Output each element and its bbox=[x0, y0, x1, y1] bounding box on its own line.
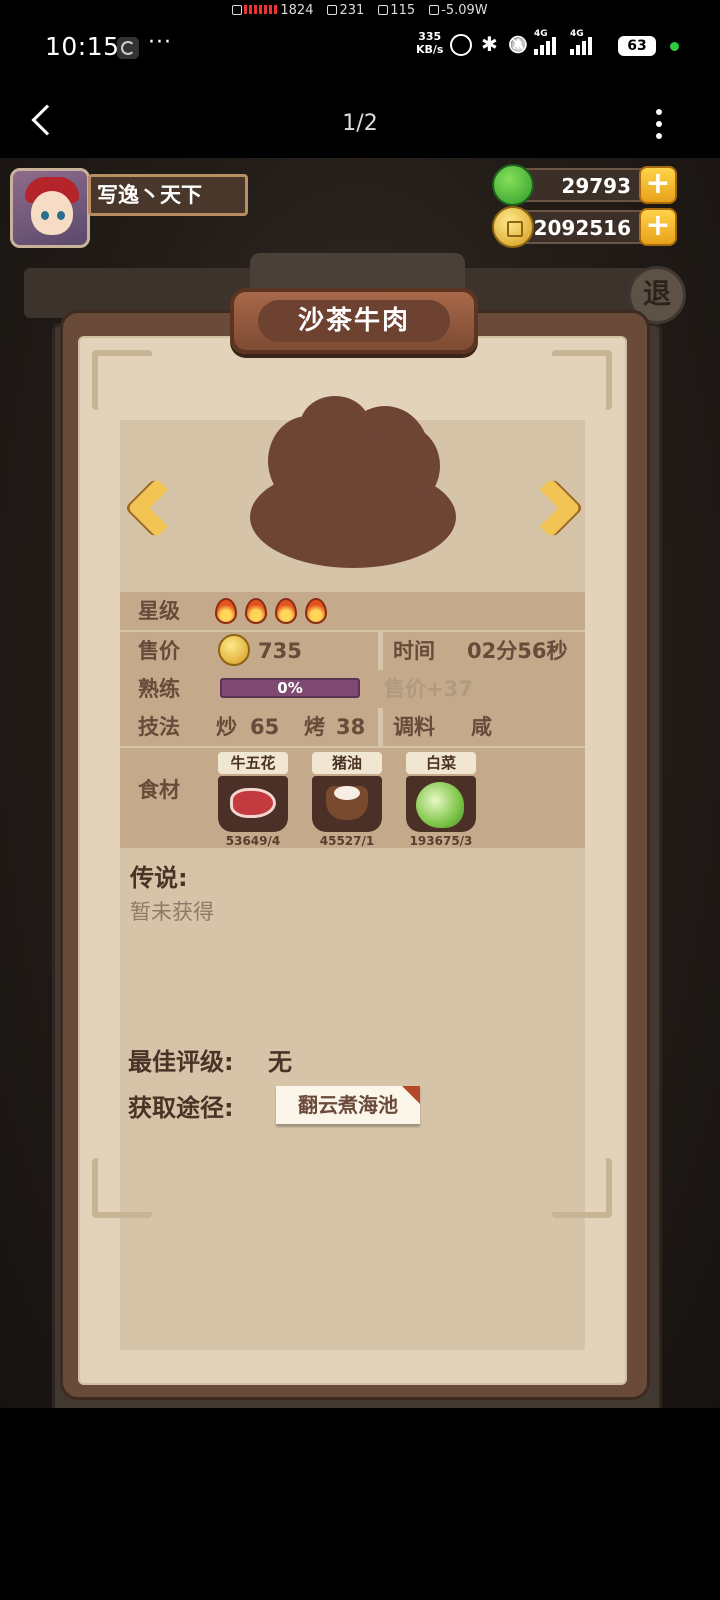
memory-icon bbox=[327, 4, 338, 15]
mastery-bonus: 售价+37 bbox=[384, 677, 473, 701]
debug-overlay: 1824 231 115 -5.09W bbox=[0, 0, 720, 20]
time-label: 时间 bbox=[393, 639, 435, 663]
signal-icon: 4G bbox=[534, 29, 564, 55]
viewer-nav-bar: 1/2 bbox=[0, 95, 720, 155]
technique-row: 技法 炒 65 烤 38 bbox=[120, 708, 378, 746]
time-value: 02分56秒 bbox=[467, 639, 568, 663]
jade-currency: 29793 + bbox=[492, 164, 677, 206]
fps-stat: 115 bbox=[378, 3, 415, 18]
mem-stat: 231 bbox=[327, 3, 364, 18]
cpu-icon bbox=[232, 4, 243, 15]
mute-icon bbox=[506, 34, 528, 56]
coin-currency: 2092516 + bbox=[492, 206, 677, 248]
price-row: 售价 735 bbox=[120, 632, 378, 670]
price-label: 售价 bbox=[138, 639, 180, 663]
cabbage-icon bbox=[416, 782, 464, 828]
add-coins-button[interactable]: + bbox=[639, 208, 677, 246]
page-indicator: 1/2 bbox=[342, 111, 378, 136]
best-rating-value: 无 bbox=[268, 1048, 292, 1076]
network-speed: 335 KB/s bbox=[416, 30, 444, 56]
skill2-value: 38 bbox=[336, 715, 366, 739]
flame-star-icon bbox=[215, 598, 237, 624]
more-notifications-icon: ··· bbox=[148, 30, 172, 55]
mastery-progress-bar: 0% bbox=[220, 678, 360, 698]
ingredients-row: 食材 牛五花 53649/4 猪油 45527/1 白菜 193675/3 bbox=[120, 748, 585, 848]
next-dish-button[interactable] bbox=[521, 473, 586, 553]
technique-label: 技法 bbox=[138, 715, 180, 739]
corner-ornament bbox=[552, 350, 612, 410]
lard-icon bbox=[326, 786, 368, 820]
source-label: 获取途径: bbox=[128, 1094, 234, 1122]
best-rating-label: 最佳评级: bbox=[128, 1048, 234, 1076]
skill2-name: 烤 bbox=[304, 715, 325, 739]
chevron-right-icon bbox=[521, 478, 581, 538]
battery-indicator: 63 bbox=[618, 36, 656, 56]
ingredient-item[interactable]: 猪油 45527/1 bbox=[312, 752, 382, 848]
corner-ornament bbox=[92, 1158, 152, 1218]
star-row: 星级 bbox=[120, 592, 585, 630]
mastery-row: 熟练 0% 售价+37 bbox=[120, 670, 585, 708]
power-icon bbox=[429, 4, 440, 15]
seasoning-value: 咸 bbox=[471, 715, 492, 739]
dish-silhouette-icon bbox=[250, 396, 456, 568]
dish-title-plate: 沙茶牛肉 bbox=[230, 288, 478, 354]
skill1-name: 炒 bbox=[216, 715, 237, 739]
app-notification-icon bbox=[117, 37, 139, 59]
flame-star-icon bbox=[275, 598, 297, 624]
alarm-icon bbox=[450, 34, 472, 56]
source-tag[interactable]: 翻云煮海池 bbox=[276, 1086, 420, 1124]
clock: 10:15 bbox=[45, 32, 120, 61]
seasoning-row: 调料 咸 bbox=[383, 708, 585, 746]
seasoning-label: 调料 bbox=[393, 715, 435, 739]
add-jade-button[interactable]: + bbox=[639, 166, 677, 204]
star-rating bbox=[215, 598, 327, 624]
status-bar: 10:15 ··· 335KB/s 4G 4G 63 bbox=[0, 24, 720, 70]
cpu-bar-icon bbox=[244, 4, 279, 14]
jade-icon bbox=[492, 164, 534, 206]
fps-icon bbox=[378, 4, 389, 15]
player-avatar[interactable] bbox=[10, 168, 90, 248]
flame-star-icon bbox=[305, 598, 327, 624]
prev-dish-button[interactable] bbox=[118, 473, 187, 553]
coin-icon bbox=[218, 634, 250, 666]
corner-ornament bbox=[552, 1158, 612, 1218]
ingredients-label: 食材 bbox=[138, 778, 180, 802]
legend-label: 传说: bbox=[130, 864, 188, 892]
player-name: 写逸丶天下 bbox=[88, 174, 248, 216]
coin-icon bbox=[492, 206, 534, 248]
price-value: 735 bbox=[258, 639, 302, 663]
flame-star-icon bbox=[245, 598, 267, 624]
power-stat: -5.09W bbox=[429, 3, 488, 18]
mastery-label: 熟练 bbox=[138, 677, 180, 701]
cpu-stat: 1824 bbox=[232, 3, 313, 18]
corner-ornament bbox=[92, 350, 152, 410]
ingredient-item[interactable]: 牛五花 53649/4 bbox=[218, 752, 288, 848]
legend-value: 暂未获得 bbox=[130, 900, 214, 924]
game-screen: 退 写逸丶天下 29793 + 2092516 + 沙茶牛肉 星级 售价 735… bbox=[0, 158, 720, 1408]
privacy-dot-icon bbox=[670, 42, 679, 51]
star-label: 星级 bbox=[138, 599, 180, 623]
skill1-value: 65 bbox=[250, 715, 280, 739]
bluetooth-icon bbox=[478, 32, 500, 56]
signal-icon-2: 4G bbox=[570, 29, 600, 55]
pork-belly-icon bbox=[230, 788, 276, 818]
time-row: 时间 02分56秒 bbox=[383, 632, 585, 670]
more-options-icon[interactable] bbox=[656, 109, 662, 145]
dish-title: 沙茶牛肉 bbox=[258, 300, 450, 342]
ingredient-item[interactable]: 白菜 193675/3 bbox=[406, 752, 476, 848]
